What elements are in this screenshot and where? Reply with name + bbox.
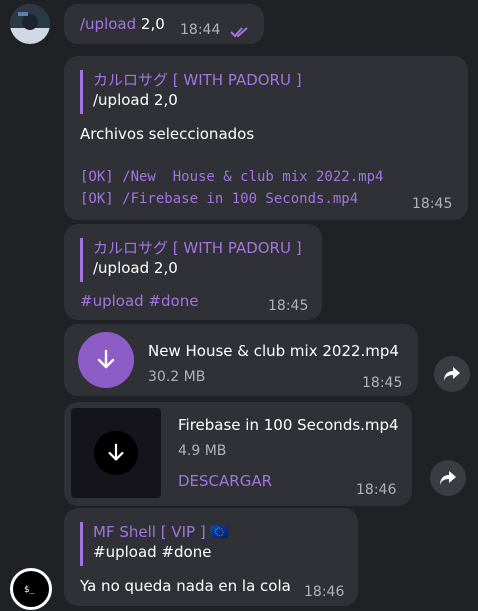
download-button[interactable]: [88, 431, 144, 475]
reply-quote[interactable]: MF Shell [ VIP ] 🇪🇺 #upload #done: [80, 522, 229, 566]
hashtags[interactable]: #upload #done: [80, 291, 198, 311]
message-bubble[interactable]: カルロサグ [ WITH PADORU ] /upload 2,0 #uploa…: [64, 224, 322, 320]
reply-author: カルロサグ [ WITH PADORU ]: [93, 71, 302, 89]
message-time: 18:45: [412, 196, 453, 212]
reply-text: #upload #done: [93, 543, 212, 561]
share-arrow-icon: [444, 367, 460, 381]
message-time: 18:45: [268, 298, 309, 314]
file-preview[interactable]: [71, 408, 161, 498]
double-check-icon: [230, 23, 250, 42]
file-name: Firebase in 100 Seconds.mp4: [178, 416, 399, 434]
message-bubble[interactable]: カルロサグ [ WITH PADORU ] /upload 2,0 Archiv…: [64, 56, 468, 220]
message-time: 18:46: [356, 482, 397, 498]
message-time: 18:44: [180, 22, 221, 38]
reply-quote[interactable]: カルロサグ [ WITH PADORU ] /upload 2,0: [80, 238, 302, 282]
message-text: Archivos seleccionados: [80, 125, 255, 143]
forward-button[interactable]: [434, 356, 470, 392]
file-message[interactable]: New House & club mix 2022.mp4 30.2 MB 18…: [64, 324, 418, 396]
result-line: [OK] /Firebase in 100 Seconds.mp4: [80, 191, 359, 207]
message-time: 18:45: [362, 375, 403, 391]
message-time: 18:46: [304, 584, 345, 600]
download-button[interactable]: [78, 332, 134, 388]
file-size: 30.2 MB: [148, 369, 206, 385]
reply-author: カルロサグ [ WITH PADORU ]: [93, 239, 302, 257]
file-size: 4.9 MB: [178, 443, 227, 459]
svg-text:$_: $_: [24, 585, 35, 595]
reply-author: MF Shell [ VIP ] 🇪🇺: [93, 523, 230, 541]
reply-quote[interactable]: カルロサグ [ WITH PADORU ] /upload 2,0: [80, 70, 302, 114]
download-arrow-icon: [97, 349, 115, 369]
download-link[interactable]: DESCARGAR: [178, 472, 272, 490]
forward-button[interactable]: [430, 460, 466, 496]
reply-text: /upload 2,0: [93, 259, 178, 277]
file-message[interactable]: Firebase in 100 Seconds.mp4 4.9 MB DESCA…: [64, 402, 412, 506]
file-name: New House & club mix 2022.mp4: [148, 342, 399, 360]
message-text: Ya no queda nada en la cola: [80, 577, 291, 595]
message-bubble[interactable]: /upload 2,0 18:44: [64, 4, 264, 44]
download-arrow-icon: [108, 443, 124, 461]
share-arrow-icon: [440, 471, 456, 485]
reply-text: /upload 2,0: [93, 91, 178, 109]
message-text: 2,0: [136, 15, 165, 33]
result-line: [OK] /New House & club mix 2022.mp4: [80, 169, 384, 185]
message-bubble[interactable]: MF Shell [ VIP ] 🇪🇺 #upload #done Ya no …: [64, 508, 358, 606]
user-avatar[interactable]: [10, 4, 50, 44]
bot-avatar[interactable]: $_: [10, 568, 52, 610]
command-link[interactable]: /upload: [80, 15, 136, 33]
